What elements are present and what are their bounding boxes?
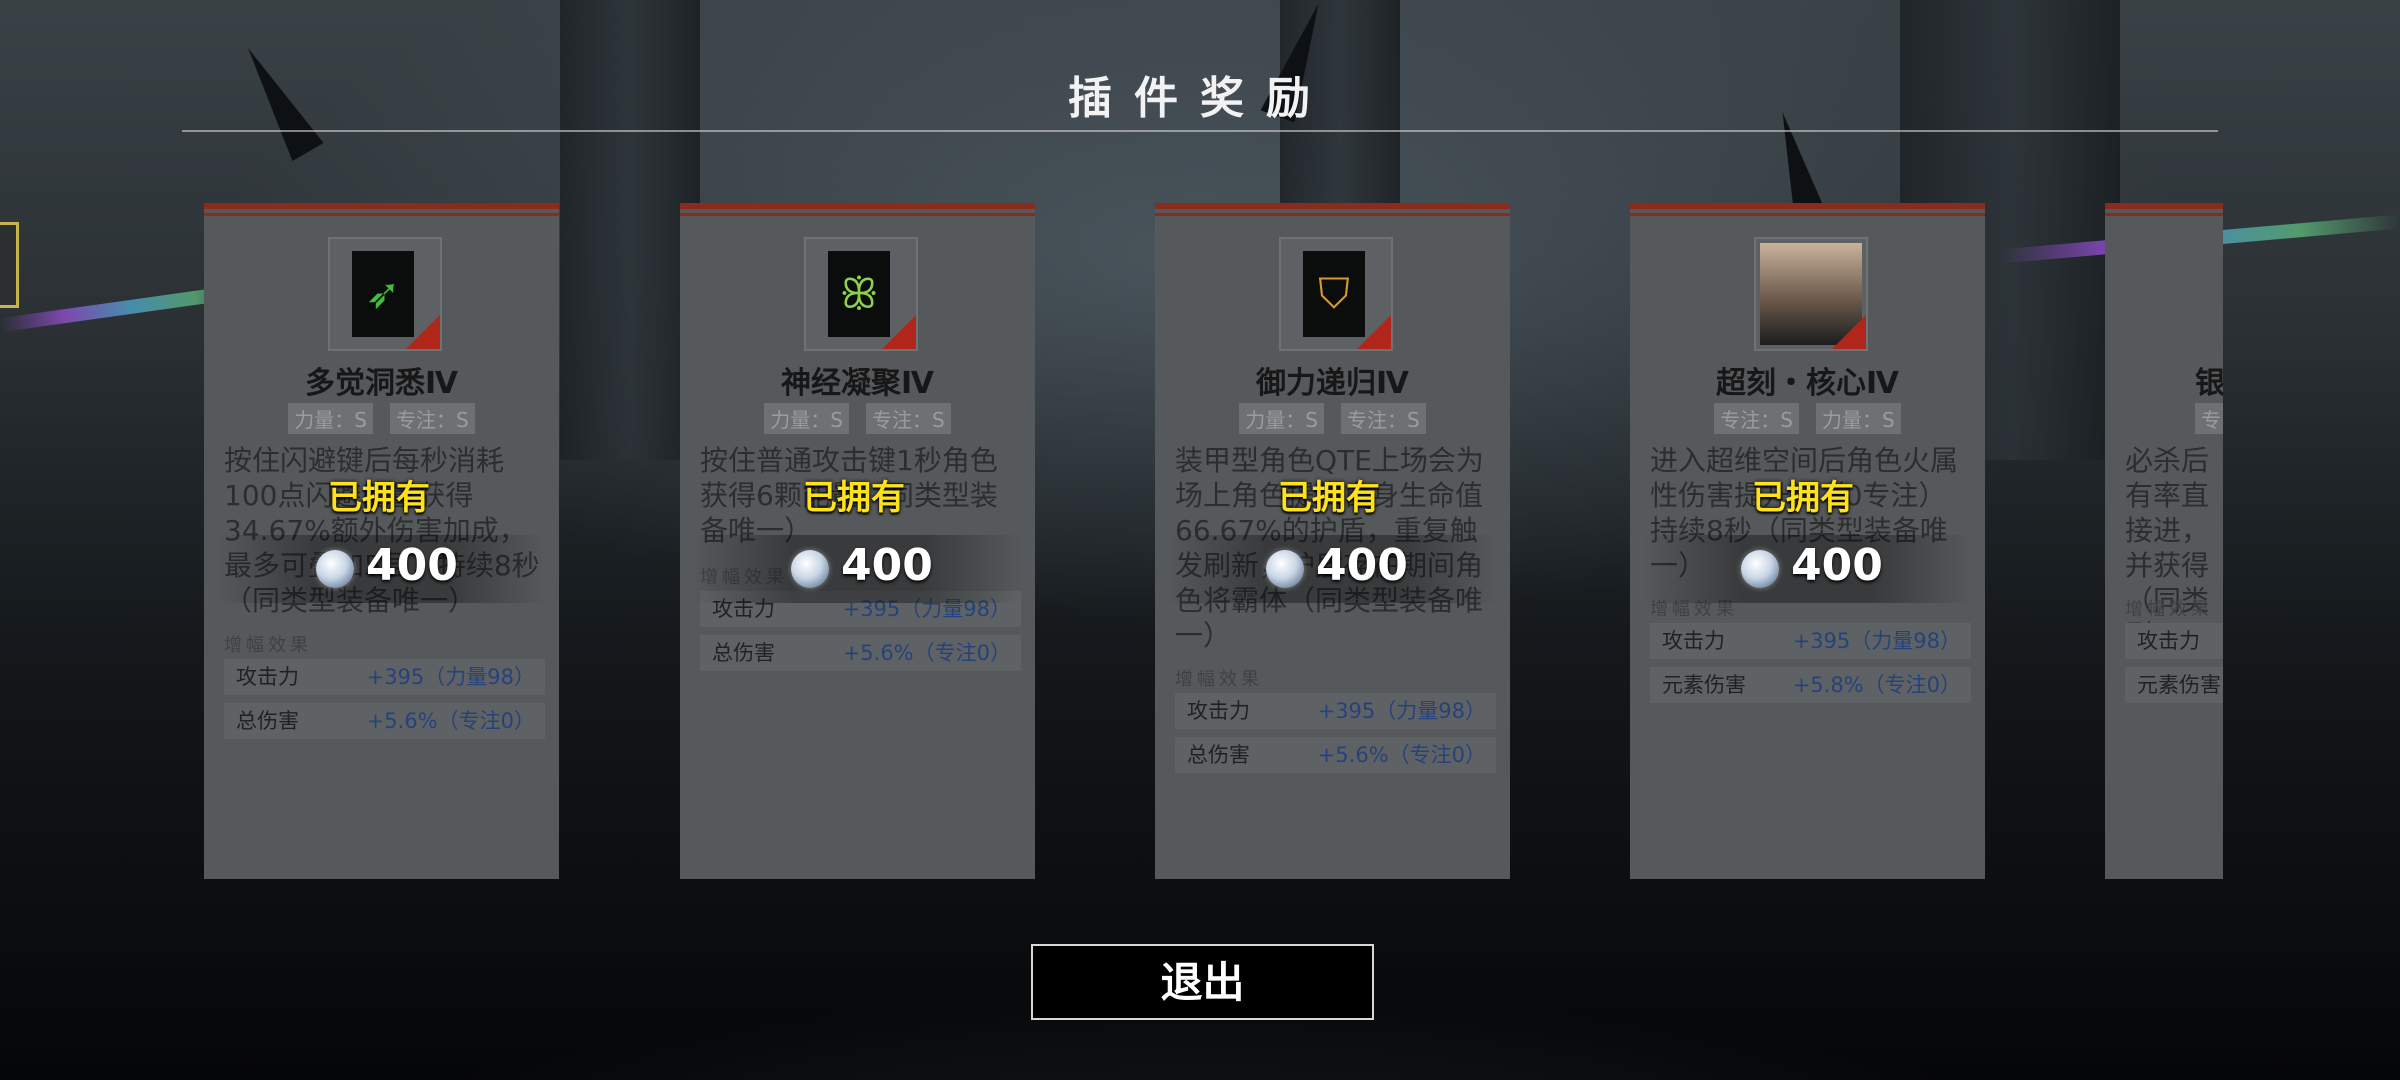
stat-value: +5.6%（专注0） [1317, 743, 1486, 767]
boost-section-label: 增幅效果 [2125, 599, 2213, 620]
stat-row: 总伤害 +5.6%（专注0） [224, 703, 545, 739]
stat-row: 攻击力 +395（力量98） [1175, 693, 1496, 729]
stat-row: 攻击力 +395（力量98） [224, 659, 545, 695]
stat-value: +5.6%（专注0） [366, 709, 535, 733]
rarity-corner-icon [882, 315, 916, 349]
owned-badge: 已拥有 [328, 478, 430, 518]
card-top-bar [1155, 203, 1510, 209]
stat-key: 攻击力 [236, 665, 299, 689]
price-tag: 400 [791, 538, 991, 598]
stat-value: +5.6%（专注0） [842, 641, 1011, 665]
stat-value: +395（力量98） [1317, 699, 1486, 723]
crystal-currency-icon [791, 550, 829, 588]
price-amount: 400 [1791, 540, 1883, 591]
price-tag: 400 [1266, 538, 1466, 598]
attribute-tag: 力量：S [764, 403, 849, 434]
card-top-bar [680, 213, 1035, 216]
exit-button[interactable]: 退出 [1031, 944, 1374, 1020]
stat-row: 元素伤害 [2125, 667, 2223, 703]
price-tag: 400 [1741, 538, 1941, 598]
stat-key: 元素伤害 [2137, 673, 2221, 697]
card-top-bar [2105, 213, 2223, 216]
gold-shield-icon: ⛉ [1303, 251, 1365, 337]
card-top-bar [680, 203, 1035, 209]
stat-key: 总伤害 [712, 641, 775, 665]
stat-key: 总伤害 [1187, 743, 1250, 767]
owned-badge: 已拥有 [803, 478, 905, 518]
offscreen-marker-icon [0, 222, 19, 308]
attribute-tags: 专 [2195, 403, 2223, 434]
attribute-tag: 专 [2195, 403, 2223, 434]
crystal-currency-icon [316, 550, 354, 588]
stat-row: 总伤害 +5.6%（专注0） [700, 635, 1021, 671]
green-swirl-icon: ꕥ [828, 251, 890, 337]
plugin-name: 多觉洞悉Ⅳ [305, 366, 458, 401]
attribute-tags: 专注：S 力量：S [1630, 403, 1985, 434]
crystal-currency-icon [1266, 550, 1304, 588]
stat-row: 攻击力 +395（力量98） [1650, 623, 1971, 659]
attribute-tag: 专注：S [390, 403, 475, 434]
attribute-tag: 专注：S [866, 403, 951, 434]
card-top-bar [204, 203, 559, 209]
stat-value: +5.8%（专注0） [1792, 673, 1961, 697]
plugin-description: 必杀后有率直接进，并获得（同类型 [2125, 444, 2210, 652]
plugin-icon-frame: ⛉ [1279, 237, 1393, 351]
plugin-name: 御力递归Ⅳ [1256, 366, 1409, 401]
plugin-icon-frame: ꕥ [804, 237, 918, 351]
stat-key: 攻击力 [1662, 629, 1725, 653]
attribute-tag: 专注：S [1714, 403, 1799, 434]
stat-row: 总伤害 +5.6%（专注0） [1175, 737, 1496, 773]
stat-key: 攻击力 [2137, 629, 2200, 653]
rarity-corner-icon [1832, 315, 1866, 349]
stat-row: 元素伤害 +5.8%（专注0） [1650, 667, 1971, 703]
page-title: 插件奖励 [1068, 73, 1332, 124]
stat-key: 攻击力 [1187, 699, 1250, 723]
price-amount: 400 [366, 540, 458, 591]
price-amount: 400 [841, 540, 933, 591]
plugin-name: 超刻・核心Ⅳ [1716, 366, 1899, 401]
attribute-tags: 力量：S 专注：S [204, 403, 559, 434]
plugin-name: 银 [2195, 366, 2223, 401]
owned-badge: 已拥有 [1278, 478, 1380, 518]
attribute-tag: 力量：S [288, 403, 373, 434]
green-slash-icon: ➶ [352, 251, 414, 337]
stat-value: +395（力量98） [1792, 629, 1961, 653]
stat-key: 元素伤害 [1662, 673, 1746, 697]
attribute-tag: 力量：S [1816, 403, 1901, 434]
price-amount: 400 [1316, 540, 1408, 591]
title-divider [182, 130, 2218, 132]
card-top-bar [2105, 203, 2223, 209]
price-tag: 400 [316, 538, 516, 598]
rarity-corner-icon [406, 315, 440, 349]
rarity-corner-icon [1357, 315, 1391, 349]
stat-row: 攻击力 [2125, 623, 2223, 659]
card-top-bar [1630, 203, 1985, 209]
plugin-icon-frame [1754, 237, 1868, 351]
plugin-name: 神经凝聚Ⅳ [781, 366, 934, 401]
owned-badge: 已拥有 [1752, 478, 1854, 518]
card-top-bar [1155, 213, 1510, 216]
stat-key: 总伤害 [236, 709, 299, 733]
boost-section-label: 增幅效果 [224, 635, 312, 656]
plugin-icon-frame: ➶ [328, 237, 442, 351]
crystal-currency-icon [1741, 550, 1779, 588]
attribute-tag: 专注：S [1341, 403, 1426, 434]
attribute-tags: 力量：S 专注：S [1155, 403, 1510, 434]
attribute-tags: 力量：S 专注：S [680, 403, 1035, 434]
stat-value: +395（力量98） [366, 665, 535, 689]
card-top-bar [1630, 213, 1985, 216]
boost-section-label: 增幅效果 [1175, 669, 1263, 690]
card-top-bar [204, 213, 559, 216]
attribute-tag: 力量：S [1239, 403, 1324, 434]
plugin-card-5[interactable]: 银 专 必杀后有率直接进，并获得（同类型 增幅效果 攻击力 元素伤害 [2105, 203, 2223, 879]
